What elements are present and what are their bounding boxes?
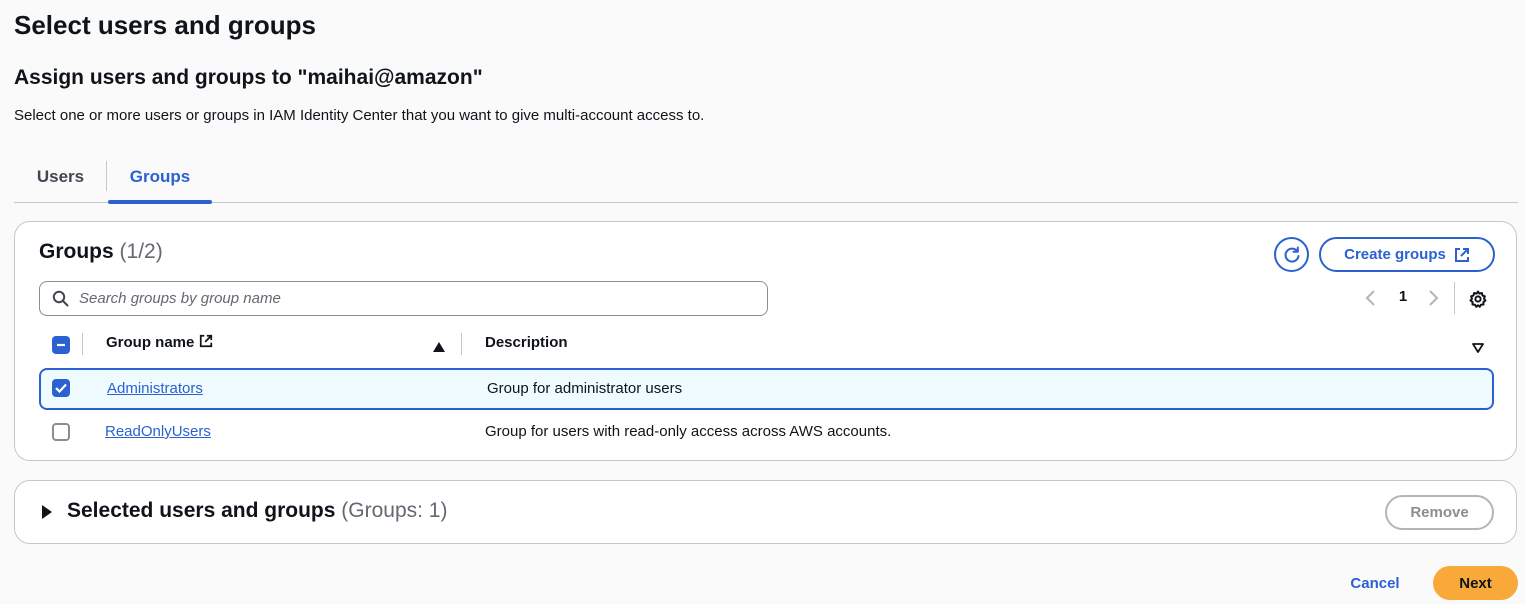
indeterminate-icon bbox=[57, 343, 65, 347]
page-number[interactable]: 1 bbox=[1393, 288, 1413, 305]
gear-icon bbox=[1469, 290, 1487, 308]
table-row[interactable]: ReadOnlyUsers Group for users with read-… bbox=[39, 412, 1494, 454]
select-all-checkbox[interactable] bbox=[52, 336, 70, 354]
chevron-right-icon bbox=[1429, 290, 1439, 306]
row-checkbox[interactable] bbox=[52, 379, 70, 397]
sort-down-icon bbox=[1472, 343, 1484, 353]
column-divider bbox=[82, 333, 83, 355]
section-description: Select one or more users or groups in IA… bbox=[14, 107, 705, 124]
refresh-button[interactable] bbox=[1274, 237, 1309, 272]
expand-toggle[interactable] bbox=[41, 505, 55, 521]
search-icon bbox=[52, 290, 69, 307]
cancel-button[interactable]: Cancel bbox=[1340, 566, 1410, 600]
tab-users[interactable]: Users bbox=[22, 152, 99, 202]
tab-divider bbox=[106, 161, 107, 191]
table-row[interactable]: Administrators Group for administrator u… bbox=[39, 368, 1494, 410]
selected-users-groups-panel: Selected users and groups (Groups: 1) Re… bbox=[14, 480, 1517, 544]
create-groups-label: Create groups bbox=[1344, 246, 1446, 263]
column-divider bbox=[461, 333, 462, 355]
checkmark-icon bbox=[55, 383, 67, 393]
external-link-icon bbox=[199, 334, 212, 348]
caret-right-icon bbox=[42, 505, 52, 519]
groups-table-container: Groups (1/2) Create groups 1 bbox=[14, 221, 1517, 461]
sort-ascending-button[interactable] bbox=[433, 339, 445, 357]
previous-page-button[interactable] bbox=[1363, 288, 1379, 308]
groups-count: (1/2) bbox=[119, 240, 163, 263]
group-name-link[interactable]: Administrators bbox=[107, 380, 203, 397]
selected-heading: Selected users and groups (Groups: 1) bbox=[67, 499, 447, 523]
pager-divider bbox=[1454, 282, 1455, 314]
search-field bbox=[39, 281, 768, 316]
external-link-icon bbox=[1454, 247, 1469, 262]
group-name-link[interactable]: ReadOnlyUsers bbox=[105, 423, 211, 440]
tab-list: Users Groups bbox=[14, 152, 1518, 204]
row-checkbox[interactable] bbox=[52, 423, 70, 441]
next-page-button[interactable] bbox=[1425, 288, 1441, 308]
groups-heading-label: Groups bbox=[39, 240, 114, 263]
refresh-icon bbox=[1284, 246, 1299, 263]
search-input[interactable] bbox=[79, 290, 719, 307]
sort-toggle-button[interactable] bbox=[1472, 340, 1484, 358]
group-description: Group for administrator users bbox=[487, 380, 683, 397]
chevron-left-icon bbox=[1365, 290, 1375, 306]
section-title: Assign users and groups to "maihai@amazo… bbox=[14, 66, 483, 89]
column-header-description[interactable]: Description bbox=[485, 334, 568, 351]
groups-heading: Groups (1/2) bbox=[39, 240, 163, 264]
page-title: Select users and groups bbox=[14, 10, 316, 40]
column-header-group-name[interactable]: Group name bbox=[106, 334, 213, 351]
tab-groups[interactable]: Groups bbox=[108, 152, 212, 204]
create-groups-button[interactable]: Create groups bbox=[1319, 237, 1495, 272]
preferences-button[interactable] bbox=[1468, 289, 1488, 309]
column-header-group-name-label: Group name bbox=[106, 334, 195, 351]
selected-count: (Groups: 1) bbox=[341, 499, 448, 522]
next-button[interactable]: Next bbox=[1433, 566, 1518, 600]
remove-button[interactable]: Remove bbox=[1385, 495, 1494, 530]
selected-heading-label: Selected users and groups bbox=[67, 499, 336, 522]
group-description: Group for users with read-only access ac… bbox=[485, 423, 892, 440]
sort-up-icon bbox=[433, 342, 445, 352]
